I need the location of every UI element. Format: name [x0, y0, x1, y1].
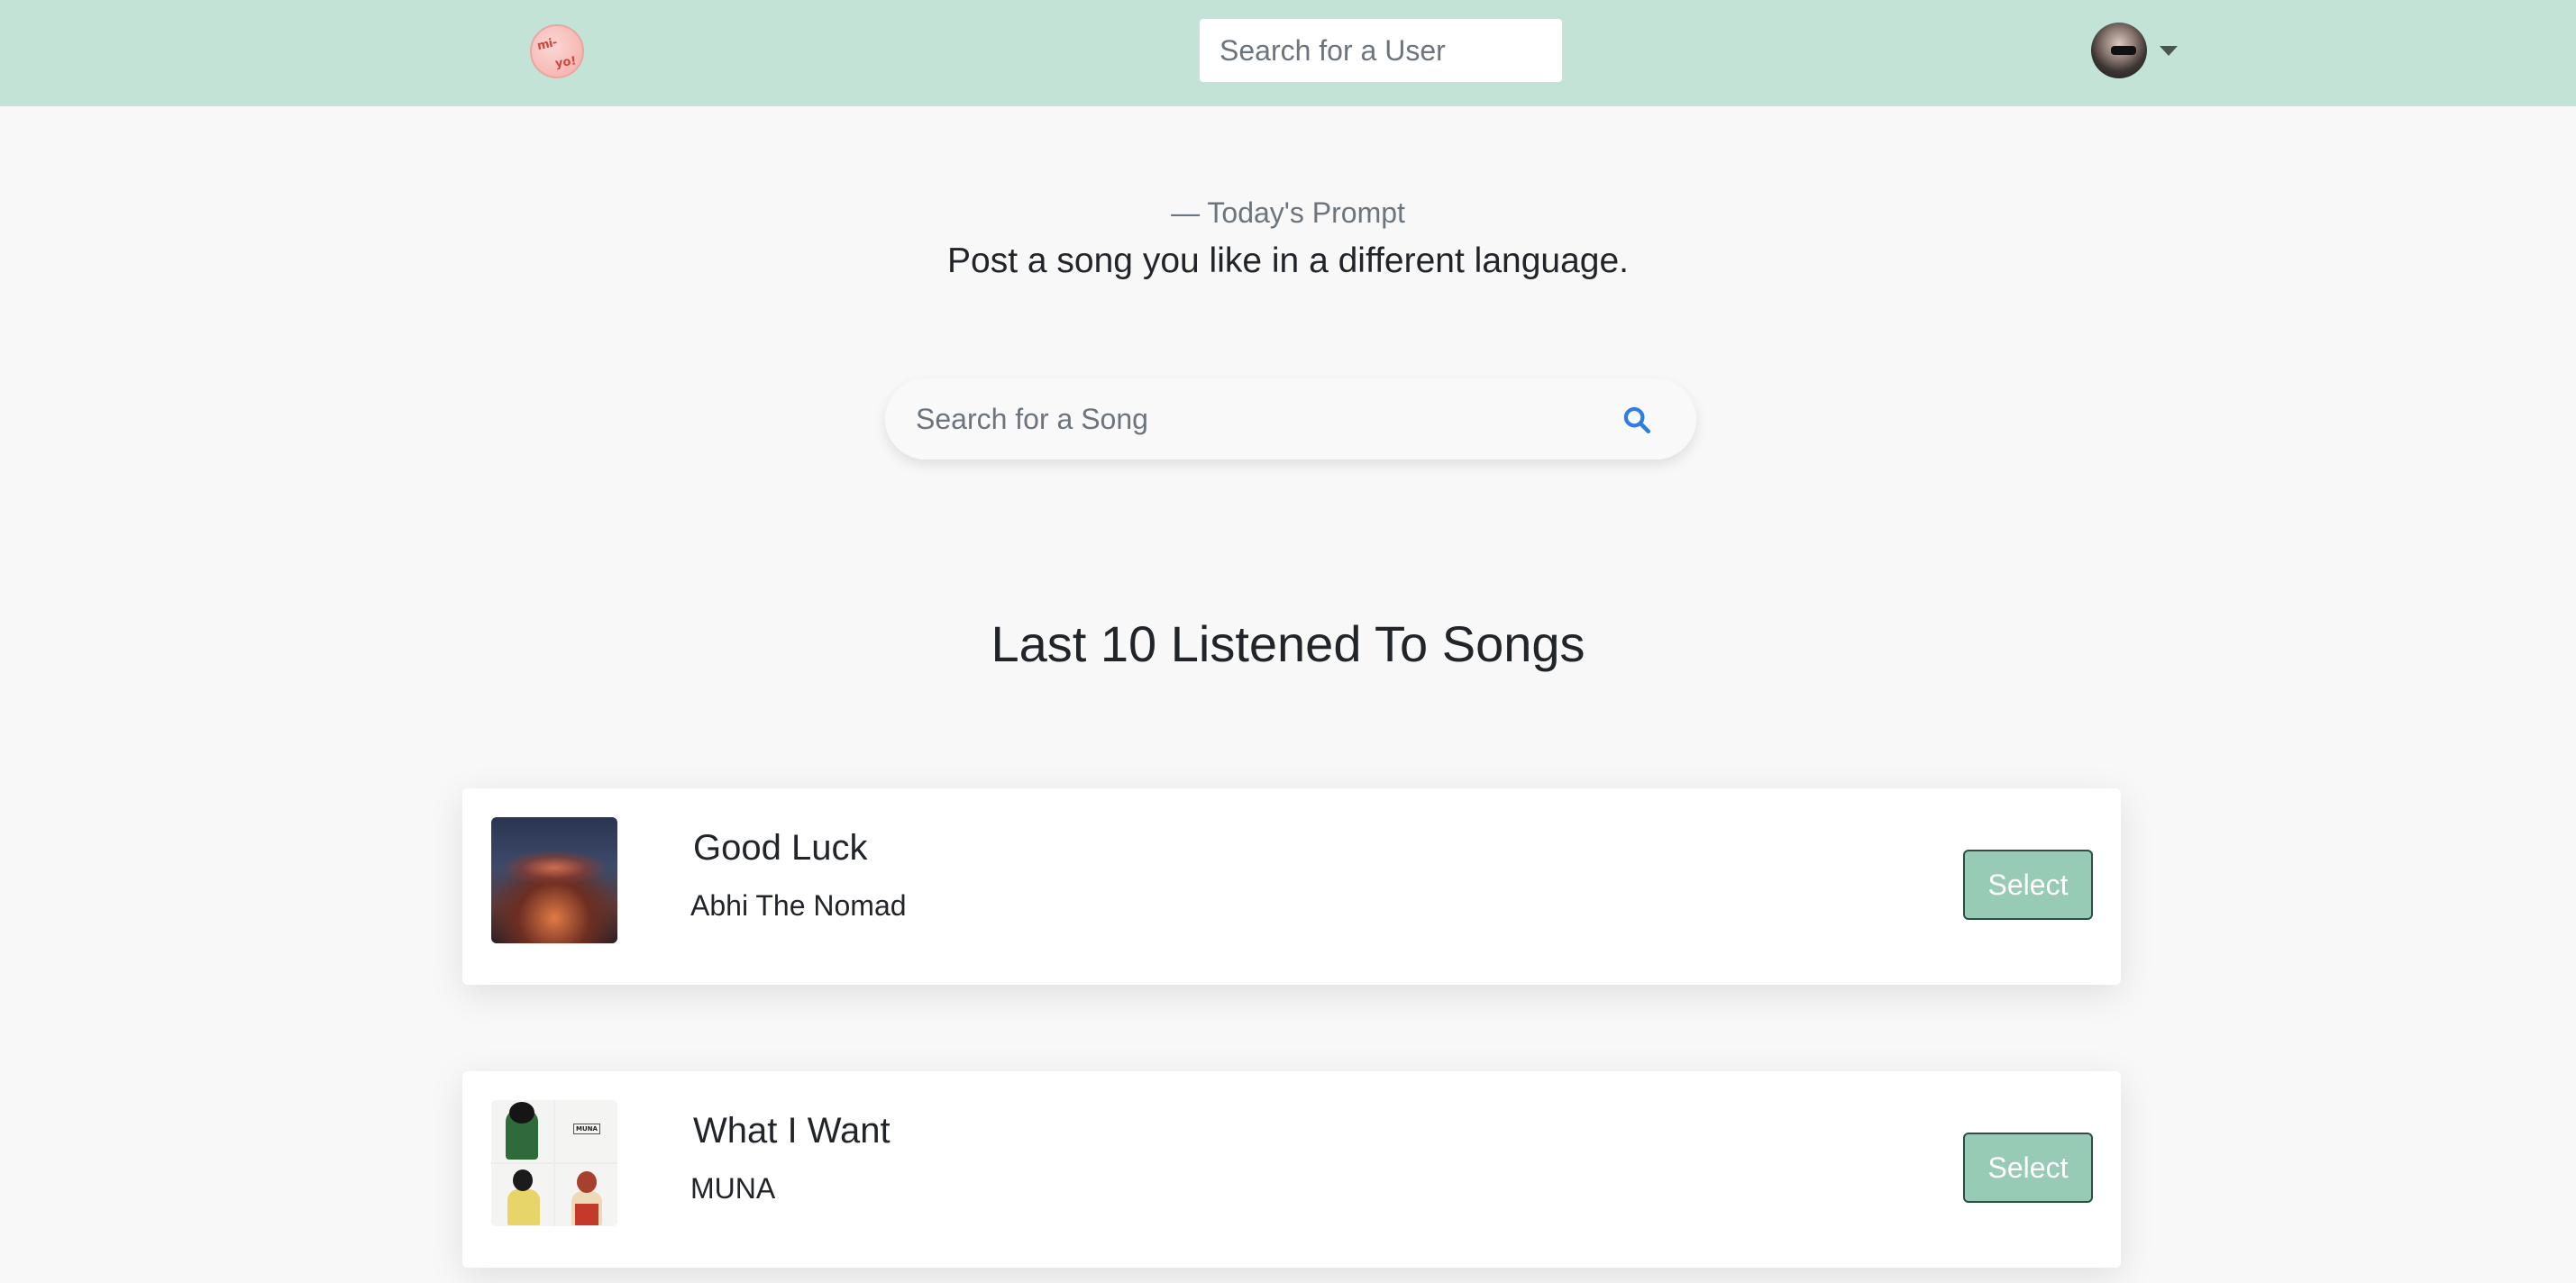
song-artist: MUNA — [690, 1172, 776, 1205]
logo-mark-2: yo! — [554, 54, 578, 71]
chevron-down-icon[interactable] — [2160, 45, 2178, 56]
navbar: mi- yo! — [0, 0, 2576, 106]
prompt-label: — Today's Prompt — [1171, 196, 1405, 229]
section-title: Last 10 Listened To Songs — [991, 615, 1585, 672]
album-art-quadrant — [491, 1164, 553, 1226]
search-icon — [1623, 406, 1651, 434]
prompt-text: Post a song you like in a different lang… — [947, 241, 1629, 280]
search-button[interactable] — [1613, 396, 1660, 443]
avatar[interactable] — [2091, 23, 2147, 78]
song-search-bar — [885, 378, 1696, 460]
album-art-quadrant — [491, 1100, 553, 1162]
album-art: MUNA — [491, 1100, 617, 1226]
user-search-input[interactable] — [1199, 18, 1563, 83]
select-button[interactable]: Select — [1963, 850, 2093, 920]
song-artist: Abhi The Nomad — [690, 889, 907, 922]
song-title: Good Luck — [693, 828, 868, 868]
song-card: Good Luck Abhi The Nomad Select — [462, 788, 2121, 985]
logo-mark: mi- — [535, 35, 559, 54]
avatar-glasses — [2111, 46, 2136, 55]
song-card: MUNA What I Want MUNA Select — [462, 1071, 2121, 1268]
select-button[interactable]: Select — [1963, 1133, 2093, 1203]
album-art-quadrant: MUNA — [555, 1100, 617, 1162]
album-art-quadrant — [555, 1164, 617, 1226]
song-search-input[interactable] — [914, 378, 1599, 460]
album-art — [491, 817, 617, 943]
profile-menu-toggle[interactable] — [2091, 21, 2178, 80]
song-title: What I Want — [693, 1111, 891, 1151]
app-logo[interactable]: mi- yo! — [530, 24, 584, 78]
